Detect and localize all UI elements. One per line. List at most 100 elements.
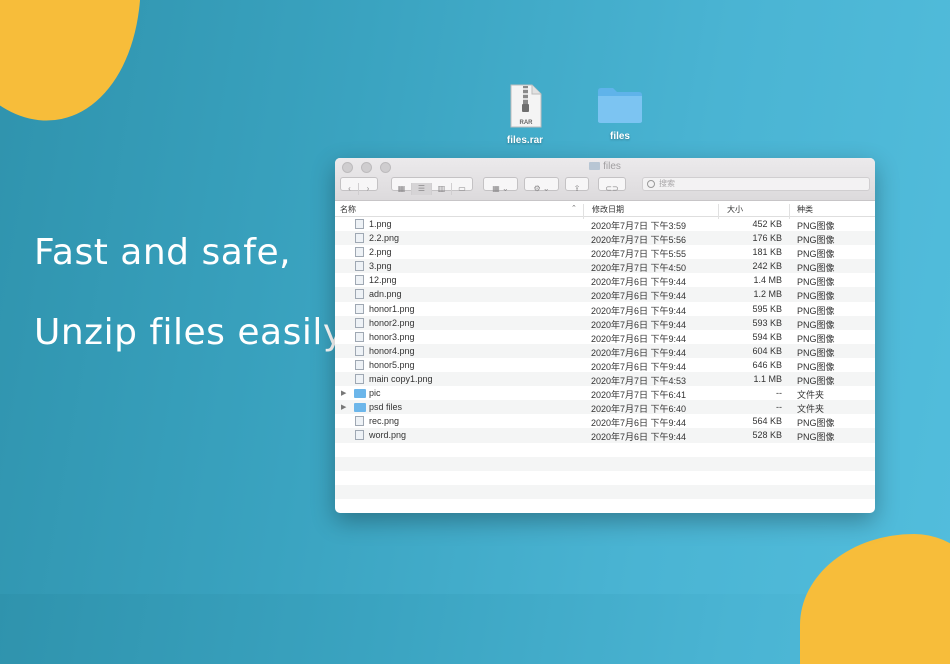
file-size: 528 KB — [752, 430, 782, 441]
file-size: 452 KB — [752, 219, 782, 229]
title-folder-icon — [589, 162, 601, 170]
empty-row — [335, 443, 875, 457]
file-size: -- — [776, 388, 782, 399]
share-button[interactable]: ⇪ — [565, 177, 589, 193]
file-name: rec.png — [369, 416, 400, 427]
empty-row — [335, 484, 875, 499]
file-name: 3.png — [369, 261, 392, 272]
file-row[interactable]: rec.png 2020年7月6日 下午9:44 564 KB PNG图像 — [335, 414, 875, 428]
file-name: 2.png — [369, 247, 392, 258]
desktop-files-folder[interactable]: files — [590, 86, 650, 142]
folder-row[interactable]: ▶ pic 2020年7月7日 下午6:41 -- 文件夹 — [335, 386, 875, 400]
png-file-icon — [355, 275, 364, 286]
file-name: psd files — [369, 402, 403, 413]
file-date: 2020年7月7日 下午5:55 — [591, 249, 687, 260]
share-icon: ⇪ — [573, 184, 581, 193]
column-date-header[interactable]: 修改日期 — [592, 204, 624, 215]
file-size: 1.1 MB — [753, 374, 782, 385]
file-name: honor2.png — [369, 317, 415, 328]
file-size: 242 KB — [752, 261, 782, 272]
sort-chevron-icon: ⌃ — [571, 205, 577, 212]
file-name: honor1.png — [369, 303, 415, 314]
file-row[interactable]: honor4.png 2020年7月6日 下午9:44 604 KB PNG图像 — [335, 343, 875, 358]
file-row[interactable]: 12.png 2020年7月6日 下午9:44 1.4 MB PNG图像 — [335, 273, 875, 287]
column-kind-header[interactable]: 种类 — [797, 204, 813, 215]
file-row[interactable]: 1.png 2020年7月7日 下午3:59 452 KB PNG图像 — [335, 217, 875, 231]
file-name: pic — [369, 388, 381, 399]
file-row[interactable]: word.png 2020年7月6日 下午9:44 528 KB PNG图像 — [335, 428, 875, 443]
finder-window: files ‹ › ▦ ☰ ▥ ▭ ▦ ⌄ ⚙ ⌄ ⇪ ⊂⊃ 搜索 名称 ⌃ 修… — [335, 158, 875, 513]
png-file-icon — [355, 317, 364, 328]
file-size: 646 KB — [752, 359, 782, 370]
file-name: honor4.png — [369, 345, 415, 356]
file-date: 2020年7月6日 下午9:44 — [591, 361, 687, 372]
rar-archive-icon: RAR — [510, 84, 542, 128]
file-kind: 文件夹 — [797, 404, 825, 415]
file-kind: PNG图像 — [797, 277, 835, 288]
file-size: -- — [776, 402, 782, 413]
file-size: 593 KB — [752, 317, 782, 328]
back-button[interactable]: ‹ — [341, 183, 359, 195]
view-mode-group: ▦ ☰ ▥ ▭ — [391, 177, 473, 195]
gallery-view-button[interactable]: ▭ — [452, 183, 472, 195]
file-kind: PNG图像 — [797, 418, 835, 429]
tags-button[interactable]: ⊂⊃ — [598, 177, 626, 193]
action-button[interactable]: ⚙ ⌄ — [524, 177, 559, 193]
hero-line-1: Fast and safe, — [34, 232, 292, 273]
file-kind: PNG图像 — [797, 305, 835, 316]
file-row[interactable]: honor1.png 2020年7月6日 下午9:44 595 KB PNG图像 — [335, 302, 875, 316]
icon-view-button[interactable]: ▦ — [392, 183, 412, 195]
file-kind: PNG图像 — [797, 333, 835, 344]
png-file-icon — [355, 359, 364, 370]
list-view-button[interactable]: ☰ — [412, 183, 432, 195]
disclosure-triangle-icon[interactable]: ▶ — [341, 403, 346, 411]
disclosure-triangle-icon[interactable]: ▶ — [341, 389, 346, 397]
desktop-rar-file[interactable]: RAR files.rar — [503, 84, 547, 146]
column-header: 名称 ⌃ 修改日期 大小 种类 — [335, 201, 875, 219]
file-kind: PNG图像 — [797, 361, 835, 372]
file-kind: PNG图像 — [797, 376, 835, 387]
file-row[interactable]: 2.2.png 2020年7月7日 下午5:56 176 KB PNG图像 — [335, 231, 875, 246]
file-date: 2020年7月7日 下午6:40 — [591, 404, 687, 415]
file-date: 2020年7月6日 下午9:44 — [591, 305, 687, 316]
file-row[interactable]: 3.png 2020年7月7日 下午4:50 242 KB PNG图像 — [335, 259, 875, 274]
empty-row — [335, 499, 875, 513]
search-field[interactable]: 搜索 — [642, 177, 870, 191]
rar-file-label: files.rar — [506, 135, 544, 146]
file-row[interactable]: honor2.png 2020年7月6日 下午9:44 593 KB PNG图像 — [335, 315, 875, 330]
folder-icon — [598, 88, 642, 123]
group-button[interactable]: ▦ ⌄ — [483, 177, 518, 193]
file-row[interactable]: main copy1.png 2020年7月7日 下午4:53 1.1 MB PNG图… — [335, 372, 875, 387]
column-view-button[interactable]: ▥ — [432, 183, 452, 195]
column-name-header[interactable]: 名称 — [340, 204, 356, 215]
file-row[interactable]: honor3.png 2020年7月6日 下午9:44 594 KB PNG图像 — [335, 330, 875, 344]
file-date: 2020年7月7日 下午4:53 — [591, 376, 687, 387]
png-file-icon — [355, 233, 364, 244]
rar-icon-text: RAR — [520, 120, 534, 126]
decorative-blob-top-left — [0, 0, 171, 139]
file-row[interactable]: adn.png 2020年7月6日 下午9:44 1.2 MB PNG图像 — [335, 287, 875, 302]
file-size: 595 KB — [752, 303, 782, 314]
folder-label: files — [609, 131, 630, 142]
file-name: honor3.png — [369, 331, 415, 342]
nav-buttons: ‹ › — [340, 177, 378, 195]
column-size-header[interactable]: 大小 — [727, 204, 743, 215]
png-file-icon — [355, 345, 364, 356]
file-kind: PNG图像 — [797, 235, 835, 246]
file-row[interactable]: 2.png 2020年7月7日 下午5:55 181 KB PNG图像 — [335, 245, 875, 259]
group-icon: ▦ ⌄ — [492, 184, 509, 193]
file-size: 594 KB — [752, 331, 782, 342]
gear-icon: ⚙ ⌄ — [533, 184, 550, 193]
empty-row — [335, 456, 875, 471]
file-date: 2020年7月6日 下午9:44 — [591, 319, 687, 330]
toolbar: ‹ › ▦ ☰ ▥ ▭ ▦ ⌄ ⚙ ⌄ ⇪ ⊂⊃ 搜索 — [340, 177, 870, 195]
window-title: files — [603, 161, 621, 172]
file-date: 2020年7月6日 下午9:44 — [591, 432, 687, 443]
png-file-icon — [355, 430, 364, 441]
file-size: 176 KB — [752, 233, 782, 244]
folder-row[interactable]: ▶ psd files 2020年7月7日 下午6:40 -- 文件夹 — [335, 400, 875, 415]
file-row[interactable]: honor5.png 2020年7月6日 下午9:44 646 KB PNG图像 — [335, 358, 875, 372]
search-icon — [647, 180, 655, 188]
forward-button[interactable]: › — [359, 183, 377, 195]
file-size: 1.4 MB — [753, 275, 782, 286]
